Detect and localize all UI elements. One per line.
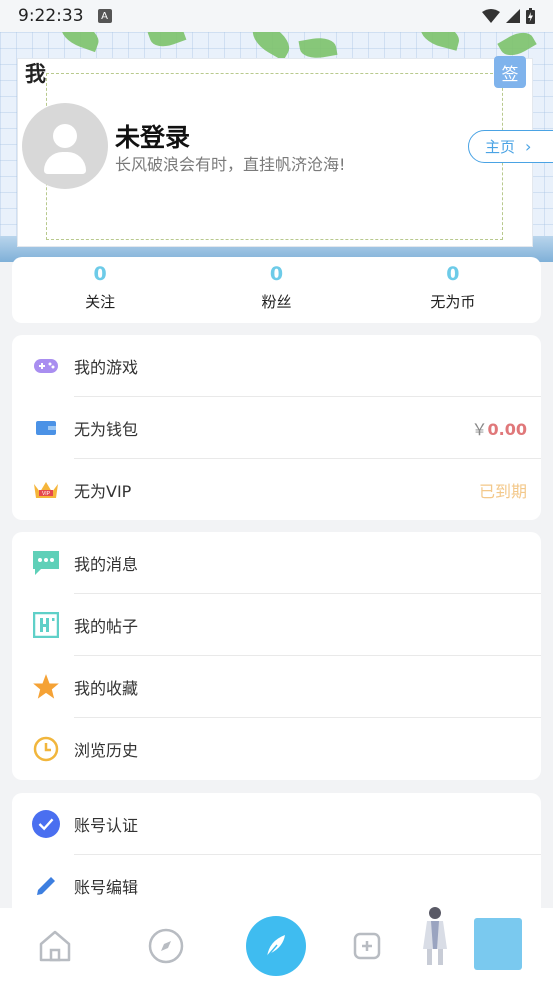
- anime-character-sticker: [423, 907, 447, 965]
- svg-text:VIP: VIP: [42, 491, 51, 497]
- menu-item-messages[interactable]: 我的消息: [12, 532, 541, 594]
- hi-post-icon: [32, 611, 60, 639]
- nav-publish[interactable]: [221, 908, 332, 984]
- stat-value: 0: [93, 263, 107, 285]
- stat-fans[interactable]: 0 粉丝: [188, 257, 364, 323]
- user-name[interactable]: 未登录: [115, 118, 190, 154]
- star-icon: [32, 673, 60, 701]
- stat-label: 粉丝: [261, 293, 292, 311]
- status-icons: [482, 8, 535, 24]
- pencil-icon: [32, 872, 60, 900]
- avatar[interactable]: [22, 103, 108, 189]
- wallet-icon: [32, 414, 60, 442]
- menu-item-label: 我的收藏: [74, 679, 139, 698]
- bottom-navigation: [0, 908, 553, 984]
- menu-group-content: 我的消息 我的帖子 我的收藏 浏览历史: [12, 532, 541, 780]
- stat-coins[interactable]: 0 无为币: [365, 257, 541, 323]
- vip-crown-icon: VIP: [32, 476, 60, 504]
- homepage-label: 主页: [485, 138, 516, 156]
- stat-label: 无为币: [430, 293, 476, 311]
- stat-value: 0: [446, 263, 460, 285]
- menu-item-label: 浏览历史: [74, 741, 139, 760]
- homepage-button[interactable]: 主页 ›: [468, 130, 553, 163]
- battery-icon: [526, 8, 535, 24]
- page-title: 我: [25, 62, 46, 86]
- signal-icon: [506, 9, 520, 23]
- nav-home[interactable]: [0, 908, 111, 984]
- message-icon: [32, 549, 60, 577]
- stats-bar: 0 关注 0 粉丝 0 无为币: [12, 257, 541, 323]
- menu-item-my-games[interactable]: 我的游戏: [12, 335, 541, 397]
- chevron-right-icon: ›: [525, 137, 532, 156]
- home-icon: [40, 930, 71, 962]
- menu-item-label: 无为VIP: [74, 482, 132, 501]
- menu-item-label: 我的消息: [74, 555, 139, 574]
- menu-item-label: 无为钱包: [74, 420, 139, 439]
- compass-icon: [148, 928, 184, 964]
- menu-item-history[interactable]: 浏览历史: [12, 718, 541, 780]
- add-square-icon: [353, 932, 381, 960]
- wifi-icon: [482, 9, 500, 23]
- blue-box-sticker: [474, 918, 522, 970]
- stat-value: 0: [269, 263, 284, 285]
- vip-status: 已到期: [478, 482, 527, 501]
- nav-discover[interactable]: [111, 908, 222, 984]
- user-motto: 长风破浪会有时，直挂帆济沧海!: [115, 155, 346, 174]
- gamepad-icon: [32, 352, 60, 380]
- menu-item-favorites[interactable]: 我的收藏: [12, 656, 541, 718]
- menu-item-label: 账号认证: [74, 816, 139, 835]
- menu-item-label: 账号编辑: [74, 878, 139, 897]
- stat-following[interactable]: 0 关注: [12, 257, 188, 323]
- menu-group-account: 我的游戏 无为钱包 ￥0.00 VIP 无为VIP 已到期: [12, 335, 541, 520]
- verified-icon: [32, 810, 60, 838]
- menu-group-settings: 账号认证 账号编辑: [12, 793, 541, 923]
- menu-item-vip[interactable]: VIP 无为VIP 已到期: [12, 459, 541, 520]
- menu-item-verification[interactable]: 账号认证: [12, 793, 541, 855]
- publish-button[interactable]: [246, 916, 307, 976]
- notification-a-icon: A: [97, 9, 112, 23]
- clock-icon: [32, 735, 60, 763]
- feather-icon: [264, 935, 286, 960]
- menu-item-label: 我的游戏: [74, 358, 139, 377]
- stat-label: 关注: [85, 293, 116, 311]
- menu-item-my-posts[interactable]: 我的帖子: [12, 594, 541, 656]
- menu-item-wallet[interactable]: 无为钱包 ￥0.00: [12, 397, 541, 459]
- menu-item-label: 我的帖子: [74, 617, 139, 636]
- wallet-balance: ￥0.00: [471, 420, 528, 439]
- status-bar: 9:22:33 A: [0, 0, 553, 32]
- status-time: 9:22:33: [18, 6, 84, 26]
- sign-in-button[interactable]: 签: [494, 56, 526, 88]
